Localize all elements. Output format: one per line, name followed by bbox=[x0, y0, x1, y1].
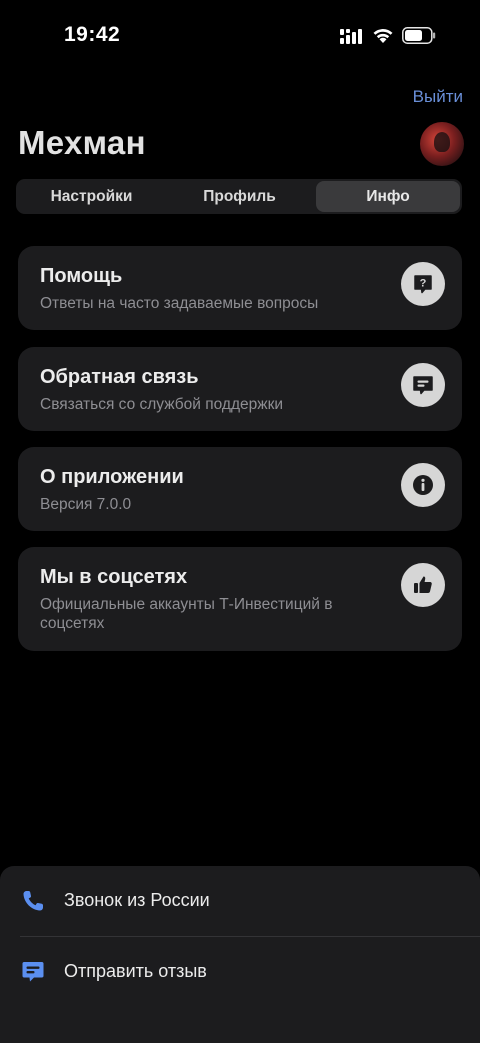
feedback-icon bbox=[22, 962, 44, 982]
card-subtitle: Связаться со службой поддержки bbox=[40, 396, 284, 413]
send-feedback-item[interactable]: Отправить отзыв bbox=[0, 937, 480, 1007]
send-feedback-label: Отправить отзыв bbox=[64, 961, 207, 981]
card-title: Обратная связь bbox=[40, 366, 199, 388]
call-from-russia-label: Звонок из России bbox=[64, 890, 210, 910]
cellular-signal-icon bbox=[340, 29, 362, 44]
logout-button[interactable]: Выйти bbox=[413, 87, 463, 107]
status-bar: 19:42 bbox=[0, 0, 480, 70]
card-subtitle: Ответы на часто задаваемые вопросы bbox=[40, 295, 319, 312]
tab-settings[interactable]: Настройки bbox=[18, 181, 165, 212]
call-from-russia-item[interactable]: Звонок из России bbox=[0, 866, 480, 937]
phone-icon bbox=[23, 891, 43, 911]
page-title: Мехман bbox=[18, 124, 146, 161]
status-time: 19:42 bbox=[64, 23, 121, 46]
contact-bottom-sheet: Звонок из России Отправить отзыв bbox=[0, 866, 480, 1043]
tab-profile[interactable]: Профиль bbox=[166, 181, 313, 212]
card-title: Мы в соцсетях bbox=[40, 566, 188, 588]
wifi-icon bbox=[373, 29, 393, 43]
card-title: Помощь bbox=[40, 265, 123, 287]
avatar[interactable] bbox=[420, 122, 464, 166]
chat-icon bbox=[401, 363, 445, 407]
card-subtitle: Версия 7.0.0 bbox=[40, 496, 132, 513]
help-card[interactable]: Помощь Ответы на часто задаваемые вопрос… bbox=[18, 246, 462, 330]
info-icon bbox=[401, 463, 445, 507]
help-icon: ? bbox=[401, 262, 445, 306]
about-card[interactable]: О приложении Версия 7.0.0 bbox=[18, 447, 462, 531]
tab-segmented-control: Настройки Профиль Инфо bbox=[16, 179, 462, 214]
feedback-card[interactable]: Обратная связь Связаться со службой подд… bbox=[18, 347, 462, 431]
card-subtitle: Официальные аккаунты Т-Инвестиций в соцс… bbox=[40, 596, 333, 632]
card-title: О приложении bbox=[40, 466, 184, 488]
battery-icon bbox=[402, 27, 436, 44]
thumbs-up-icon bbox=[401, 563, 445, 607]
tab-info[interactable]: Инфо bbox=[316, 181, 460, 212]
social-card[interactable]: Мы в соцсетях Официальные аккаунты Т-Инв… bbox=[18, 547, 462, 651]
svg-text:?: ? bbox=[420, 278, 427, 290]
